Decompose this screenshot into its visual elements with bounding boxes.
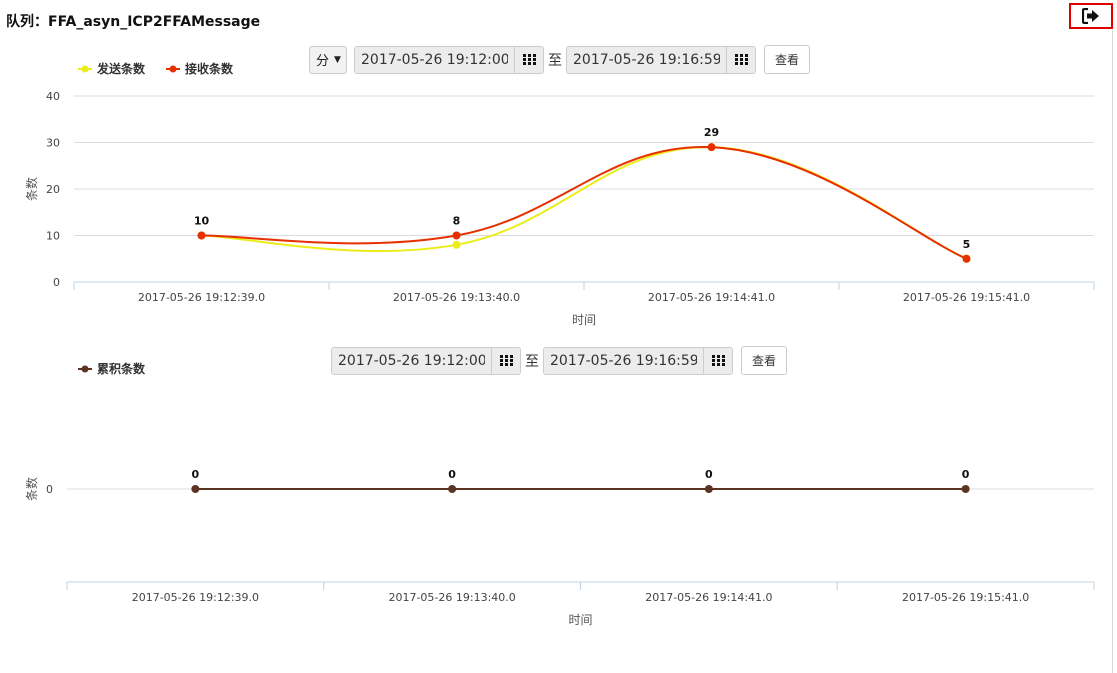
panel-right-border — [1112, 30, 1113, 673]
data-point — [962, 254, 971, 263]
y-tick-label: 10 — [46, 230, 60, 243]
y-tick-label: 40 — [46, 90, 60, 103]
x-tick-label: 2017-05-26 19:12:39.0 — [138, 291, 265, 304]
y-axis-title: 条数 — [24, 477, 39, 501]
x-tick-label: 2017-05-26 19:15:41.0 — [902, 591, 1029, 604]
data-label: 0 — [192, 468, 200, 481]
x-tick-label: 2017-05-26 19:15:41.0 — [903, 291, 1030, 304]
data-point — [197, 231, 206, 240]
y-tick-label: 30 — [46, 137, 60, 150]
legend-marker — [81, 65, 89, 73]
x-tick-label: 2017-05-26 19:14:41.0 — [648, 291, 775, 304]
data-label: 29 — [704, 126, 719, 139]
legend-label: 累积条数 — [97, 361, 146, 376]
x-axis-title: 时间 — [572, 313, 596, 327]
data-point — [707, 143, 716, 152]
x-tick-label: 2017-05-26 19:13:40.0 — [388, 591, 515, 604]
legend-marker — [81, 365, 89, 373]
data-point — [961, 485, 970, 493]
series-line — [201, 146, 967, 260]
send-receive-chart: 发送条数 接收条数 0 10 20 30 40 2017-05-26 19:12:39.0 20… — [24, 61, 1095, 327]
legend-label: 发送条数 — [96, 61, 146, 76]
data-label: 0 — [962, 468, 970, 481]
data-label: 8 — [453, 215, 461, 228]
legend-marker — [169, 65, 177, 73]
data-label: 0 — [448, 468, 456, 481]
cumulative-chart: 累积条数 0 2017-05-26 19:12:39.0 2017-05-26 19:… — [24, 361, 1095, 627]
data-point — [452, 231, 461, 240]
y-tick-label: 0 — [46, 483, 53, 496]
y-axis-title: 条数 — [24, 177, 39, 201]
data-point — [704, 485, 713, 493]
data-point — [452, 240, 461, 249]
x-tick-label: 2017-05-26 19:14:41.0 — [645, 591, 772, 604]
x-tick-label: 2017-05-26 19:13:40.0 — [393, 291, 520, 304]
x-tick-label: 2017-05-26 19:12:39.0 — [132, 591, 259, 604]
y-tick-label: 0 — [53, 276, 60, 289]
y-tick-label: 20 — [46, 183, 60, 196]
legend-label: 接收条数 — [185, 61, 234, 76]
data-label: 5 — [963, 238, 971, 251]
data-point — [191, 485, 200, 493]
data-point — [448, 485, 457, 493]
data-label: 0 — [705, 468, 713, 481]
x-axis-title: 时间 — [568, 613, 592, 627]
data-label: 10 — [194, 215, 210, 228]
